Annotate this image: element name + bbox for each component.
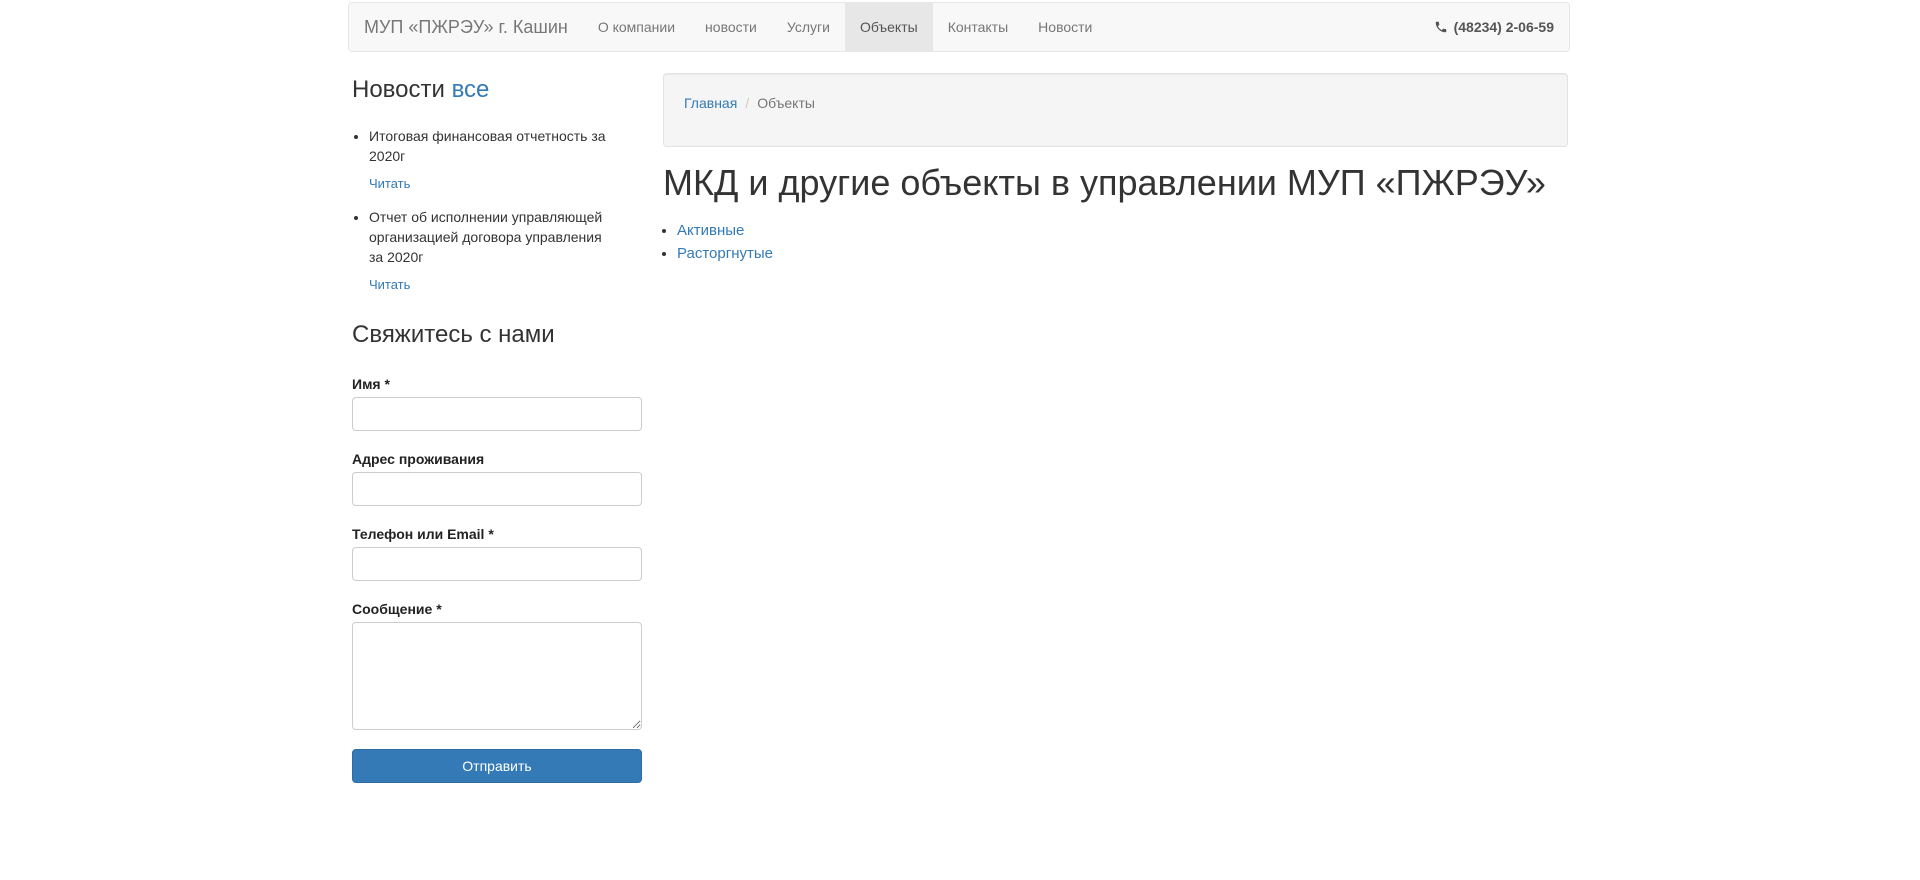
- nav-item-services: Услуги: [772, 3, 845, 51]
- nav-item-news-lower: новости: [690, 3, 772, 51]
- page-title: МКД и другие объекты в управлении МУП «П…: [663, 162, 1546, 203]
- news-item: Отчет об исполнении управляющей организа…: [369, 207, 614, 295]
- phone-email-field-group: Телефон или Email *: [352, 525, 642, 581]
- nav-item-objects: Объекты: [844, 3, 933, 51]
- news-item: Итоговая финансовая отчетность за 2020г …: [369, 126, 614, 194]
- nav-link-services[interactable]: Услуги: [772, 3, 845, 51]
- nav-link-contacts[interactable]: Контакты: [933, 3, 1023, 51]
- message-field-group: Сообщение *: [352, 600, 642, 730]
- breadcrumb-home: Главная: [684, 93, 737, 113]
- breadcrumb-home-link[interactable]: Главная: [684, 95, 737, 111]
- phone-icon: [1435, 21, 1446, 33]
- breadcrumb-panel: Главная / Объекты: [663, 73, 1568, 147]
- list-item: Активные: [677, 219, 1568, 242]
- news-item-text: Итоговая финансовая отчетность за 2020г: [369, 128, 606, 164]
- phone-email-input[interactable]: [352, 547, 642, 581]
- phone-email-label: Телефон или Email *: [352, 525, 642, 543]
- objects-links-list: Активные Расторгнутые: [663, 219, 1568, 265]
- nav-link-about[interactable]: О компании: [583, 3, 690, 51]
- nav-item-about: О компании: [583, 3, 690, 51]
- read-link[interactable]: Читать: [369, 275, 410, 295]
- required-marker: *: [436, 601, 442, 617]
- message-textarea[interactable]: [352, 622, 642, 730]
- required-marker: *: [488, 526, 494, 542]
- contact-title: Свяжитесь с нами: [352, 321, 555, 348]
- breadcrumb-separator: /: [745, 95, 750, 111]
- sidebar: Новости все Итоговая финансовая отчетнос…: [352, 76, 642, 783]
- name-input[interactable]: [352, 397, 642, 431]
- list-item: Расторгнутые: [677, 242, 1568, 265]
- main-content: Главная / Объекты МКД и другие объекты в…: [663, 73, 1568, 265]
- name-field-group: Имя *: [352, 375, 642, 431]
- news-list: Итоговая финансовая отчетность за 2020г …: [352, 126, 614, 295]
- submit-button[interactable]: Отправить: [352, 749, 642, 783]
- nav-link-news[interactable]: Новости: [1023, 3, 1107, 51]
- breadcrumb-current: Объекты: [757, 95, 815, 111]
- phone-email-label-text: Телефон или Email: [352, 526, 485, 542]
- nav-item-news: Новости: [1023, 3, 1107, 51]
- address-input[interactable]: [352, 472, 642, 506]
- name-label: Имя *: [352, 375, 642, 393]
- nav-link-objects[interactable]: Объекты: [844, 3, 933, 51]
- address-label: Адрес проживания: [352, 451, 485, 467]
- news-all-link[interactable]: все: [452, 76, 490, 103]
- brand-link[interactable]: МУП «ПЖРЭУ» г. Кашин: [349, 3, 583, 51]
- news-item-text: Отчет об исполнении управляющей организа…: [369, 209, 603, 265]
- nav-link-news-lower[interactable]: новости: [690, 3, 772, 51]
- news-title-text: Новости: [352, 76, 445, 103]
- message-label: Сообщение *: [352, 600, 642, 618]
- contact-form: Имя * Адрес проживания Телефон или Email…: [352, 375, 642, 783]
- top-navbar: МУП «ПЖРЭУ» г. Кашин О компании новости …: [348, 2, 1570, 52]
- news-title: Новости все: [352, 76, 642, 104]
- name-label-text: Имя: [352, 376, 381, 392]
- phone-block: (48234) 2-06-59: [1434, 3, 1569, 51]
- message-label-text: Сообщение: [352, 601, 433, 617]
- main-menu: О компании новости Услуги Объекты Контак…: [583, 3, 1108, 51]
- active-objects-link[interactable]: Активные: [677, 222, 744, 239]
- breadcrumb: Главная / Объекты: [684, 93, 1547, 113]
- phone-number: (48234) 2-06-59: [1453, 19, 1554, 35]
- nav-item-contacts: Контакты: [933, 3, 1023, 51]
- required-marker: *: [384, 376, 390, 392]
- read-link[interactable]: Читать: [369, 174, 410, 194]
- address-field-group: Адрес проживания: [352, 450, 642, 506]
- terminated-objects-link[interactable]: Расторгнутые: [677, 245, 773, 262]
